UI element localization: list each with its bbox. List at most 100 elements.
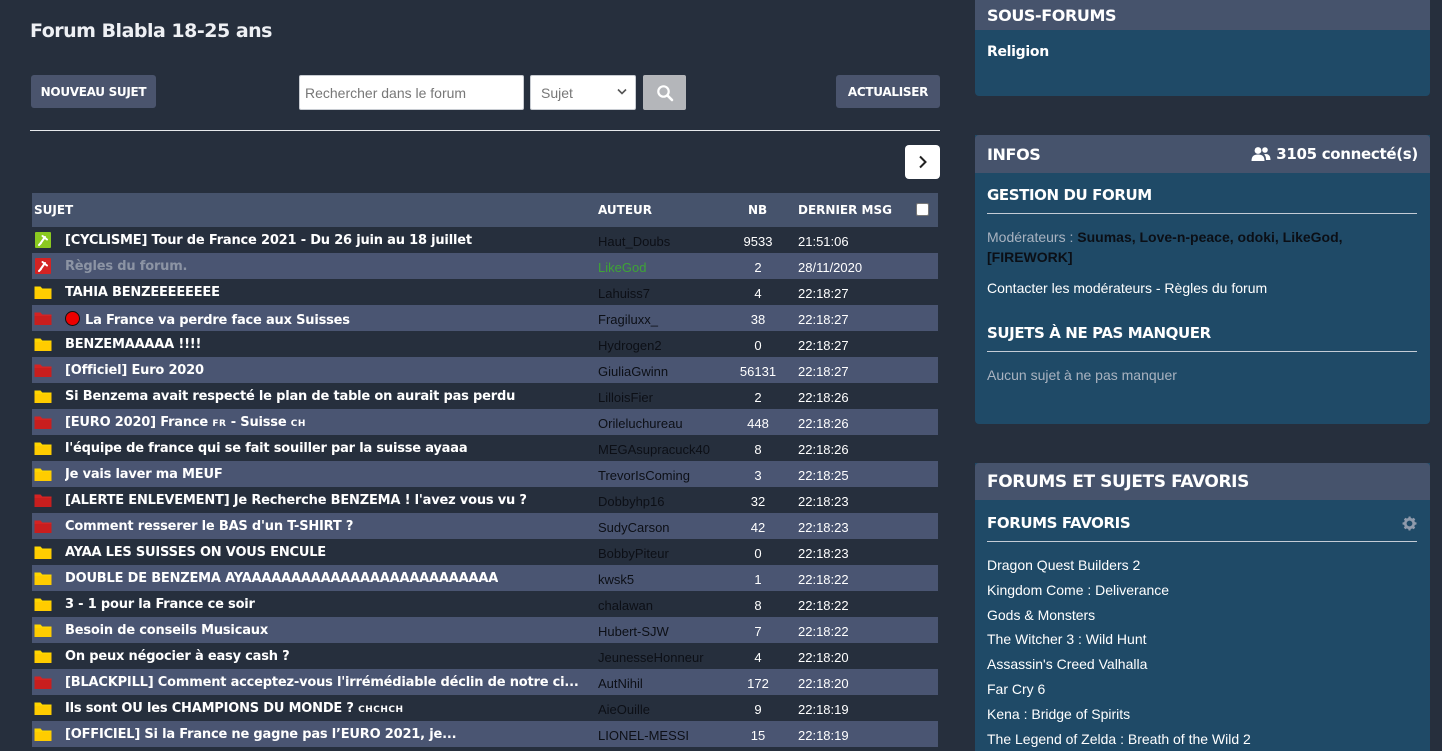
topic-title[interactable]: TAHIA BENZEEEEEEEE <box>65 285 220 300</box>
fav-forum-link[interactable]: Kena : Bridge of Spirits <box>987 706 1130 722</box>
refresh-button[interactable]: ACTUALISER <box>836 75 940 108</box>
table-row[interactable]: Si Benzema avait respecté le plan de tab… <box>32 383 938 409</box>
gear-icon[interactable] <box>1401 515 1418 532</box>
table-row[interactable]: [CYCLISME] Tour de France 2021 - Du 26 j… <box>32 227 938 253</box>
topic-last-msg[interactable]: 22:18:26 <box>798 390 849 405</box>
search-input[interactable]: Rechercher dans le forum <box>299 75 524 110</box>
topic-author[interactable]: SudyCarson <box>598 520 670 535</box>
topic-last-msg[interactable]: 22:18:20 <box>798 650 849 665</box>
topic-author[interactable]: TrevorIsComing <box>598 468 690 483</box>
fav-forum-link[interactable]: Gods & Monsters <box>987 607 1095 623</box>
topic-title[interactable]: Je vais laver ma MEUF <box>65 467 223 482</box>
topic-last-msg[interactable]: 22:18:27 <box>798 338 849 353</box>
topic-author[interactable]: JeunesseHonneur <box>598 650 704 665</box>
topic-title[interactable]: [EURO 2020] France FR - Suisse CH <box>65 415 306 430</box>
topic-author[interactable]: AieOuille <box>598 702 650 717</box>
topic-author[interactable]: MEGAsupracuck40 <box>598 442 710 457</box>
topic-author[interactable]: LIONEL-MESSI <box>598 728 689 743</box>
table-row[interactable]: BENZEMAAAAA !!!! Hydrogen2 0 22:18:27 <box>32 331 938 357</box>
topic-last-msg[interactable]: 22:18:23 <box>798 546 849 561</box>
topic-last-msg[interactable]: 22:18:19 <box>798 728 849 743</box>
topic-last-msg[interactable]: 22:18:26 <box>798 442 849 457</box>
topic-last-msg[interactable]: 21:51:06 <box>798 234 849 249</box>
topic-author[interactable]: GiuliaGwinn <box>598 364 668 379</box>
topic-last-msg[interactable]: 22:18:25 <box>798 468 849 483</box>
topic-title[interactable]: On peux négocier à easy cash ? <box>65 649 290 664</box>
topic-author[interactable]: LikeGod <box>598 260 646 275</box>
topic-author[interactable]: AutNihil <box>598 676 643 691</box>
fav-forum-link[interactable]: Assassin's Creed Valhalla <box>987 656 1147 672</box>
topic-title[interactable]: BENZEMAAAAA !!!! <box>65 337 201 352</box>
topic-title[interactable]: AYAA LES SUISSES ON VOUS ENCULE <box>65 545 326 560</box>
topic-last-msg[interactable]: 22:18:20 <box>798 676 849 691</box>
topic-last-msg[interactable]: 22:18:23 <box>798 520 849 535</box>
table-row[interactable]: 3 - 1 pour la France ce soir chalawan 8 22:… <box>32 591 938 617</box>
fav-forum-link[interactable]: Far Cry 6 <box>987 681 1045 697</box>
topic-last-msg[interactable]: 28/11/2020 <box>798 260 862 275</box>
table-row[interactable]: La France va perdre face aux Suisses Frag… <box>32 305 938 331</box>
table-row[interactable]: AYAA LES SUISSES ON VOUS ENCULE BobbyPite… <box>32 539 938 565</box>
table-row[interactable]: Règles du forum. LikeGod 2 28/11/2020 <box>32 253 938 279</box>
search-button[interactable] <box>643 75 686 110</box>
topic-last-msg[interactable]: 22:18:27 <box>798 364 849 379</box>
topic-last-msg[interactable]: 22:18:23 <box>798 494 849 509</box>
table-row[interactable]: l'équipe de france qui se fait souiller … <box>32 435 938 461</box>
contact-mods-link[interactable]: Contacter les modérateurs <box>987 280 1152 296</box>
topic-title[interactable]: [Officiel] Euro 2020 <box>65 363 204 378</box>
topic-last-msg[interactable]: 22:18:22 <box>798 598 849 613</box>
topic-title[interactable]: 3 - 1 pour la France ce soir <box>65 597 255 612</box>
table-row[interactable]: DOUBLE DE BENZEMA AYAAAAAAAAAAAAAAAAAAAA… <box>32 565 938 591</box>
next-page-button[interactable] <box>905 145 940 179</box>
fav-forum-link[interactable]: The Witcher 3 : Wild Hunt <box>987 631 1147 647</box>
table-row[interactable]: Je vais laver ma MEUF TrevorIsComing 3 22:1… <box>32 461 938 487</box>
topic-last-msg[interactable]: 22:18:27 <box>798 312 849 327</box>
topic-title[interactable]: La France va perdre face aux Suisses <box>65 311 350 328</box>
topic-title[interactable]: Besoin de conseils Musicaux <box>65 623 268 638</box>
topic-title[interactable]: [CYCLISME] Tour de France 2021 - Du 26 j… <box>65 233 472 248</box>
topic-author[interactable]: LilloisFier <box>598 390 653 405</box>
select-all-checkbox[interactable] <box>916 203 929 216</box>
topic-author[interactable]: Dobbyhp16 <box>598 494 665 509</box>
table-row[interactable]: Ils sont OÙ les CHAMPIONS DU MONDE ? CHC… <box>32 695 938 721</box>
fav-forum-link[interactable]: The Legend of Zelda : Breath of the Wild… <box>987 731 1251 747</box>
table-row[interactable]: [Officiel] Euro 2020 GiuliaGwinn 56131 22:1… <box>32 357 938 383</box>
topic-author[interactable]: Lahuiss7 <box>598 286 650 301</box>
table-row[interactable]: [BLACKPILL] Comment acceptez-vous l'irré… <box>32 669 938 695</box>
topic-title[interactable]: Règles du forum. <box>65 259 187 274</box>
topic-author[interactable]: Fragiluxx_ <box>598 312 658 327</box>
search-scope-select[interactable]: Sujet <box>530 75 636 110</box>
topic-author[interactable]: Hydrogen2 <box>598 338 662 353</box>
subforum-link[interactable]: Religion <box>987 44 1049 60</box>
topic-author[interactable]: BobbyPiteur <box>598 546 669 561</box>
topic-title[interactable]: Comment resserer le BAS d'un T-SHIRT ? <box>65 519 353 534</box>
topic-author[interactable]: Hubert-SJW <box>598 624 669 639</box>
topic-last-msg[interactable]: 22:18:27 <box>798 286 849 301</box>
topic-last-msg[interactable]: 22:18:22 <box>798 624 849 639</box>
topic-title[interactable]: DOUBLE DE BENZEMA AYAAAAAAAAAAAAAAAAAAAA… <box>65 571 498 586</box>
topic-title[interactable]: [BLACKPILL] Comment acceptez-vous l'irré… <box>65 675 579 690</box>
fav-forum-link[interactable]: Dragon Quest Builders 2 <box>987 557 1140 573</box>
table-row[interactable]: Comment resserer le BAS d'un T-SHIRT ? Su… <box>32 513 938 539</box>
topic-last-msg[interactable]: 22:18:26 <box>798 416 849 431</box>
topic-last-msg[interactable]: 22:18:19 <box>798 702 849 717</box>
topic-author[interactable]: Orileluchureau <box>598 416 683 431</box>
topic-title[interactable]: Ils sont OÙ les CHAMPIONS DU MONDE ? CHC… <box>65 701 404 716</box>
topic-author[interactable]: kwsk5 <box>598 572 634 587</box>
topic-title[interactable]: Si Benzema avait respecté le plan de tab… <box>65 389 515 404</box>
table-row[interactable]: Besoin de conseils Musicaux Hubert-SJW 7 22… <box>32 617 938 643</box>
topic-title[interactable]: [OFFICIEL] Si la France ne gagne pas l’E… <box>65 727 456 742</box>
table-row[interactable]: [OFFICIEL] Si la France ne gagne pas l’E… <box>32 721 938 747</box>
topic-last-msg[interactable]: 22:18:22 <box>798 572 849 587</box>
topic-title[interactable]: l'équipe de france qui se fait souiller … <box>65 441 467 456</box>
table-row[interactable]: TAHIA BENZEEEEEEEE Lahuiss7 4 22:18:27 <box>32 279 938 305</box>
new-topic-button[interactable]: NOUVEAU SUJET <box>31 75 156 108</box>
topic-reply-count: 7 <box>754 624 762 639</box>
table-row[interactable]: [EURO 2020] France FR - Suisse CH Orilelu… <box>32 409 938 435</box>
fav-forum-link[interactable]: Kingdom Come : Deliverance <box>987 582 1169 598</box>
table-row[interactable]: [ALERTE ENLEVEMENT] Je Recherche BENZEMA… <box>32 487 938 513</box>
topic-author[interactable]: Haut_Doubs <box>598 234 670 249</box>
rules-link[interactable]: Règles du forum <box>1164 280 1267 296</box>
topic-title[interactable]: [ALERTE ENLEVEMENT] Je Recherche BENZEMA… <box>65 493 527 508</box>
topic-author[interactable]: chalawan <box>598 598 653 613</box>
table-row[interactable]: On peux négocier à easy cash ? JeunesseHo… <box>32 643 938 669</box>
